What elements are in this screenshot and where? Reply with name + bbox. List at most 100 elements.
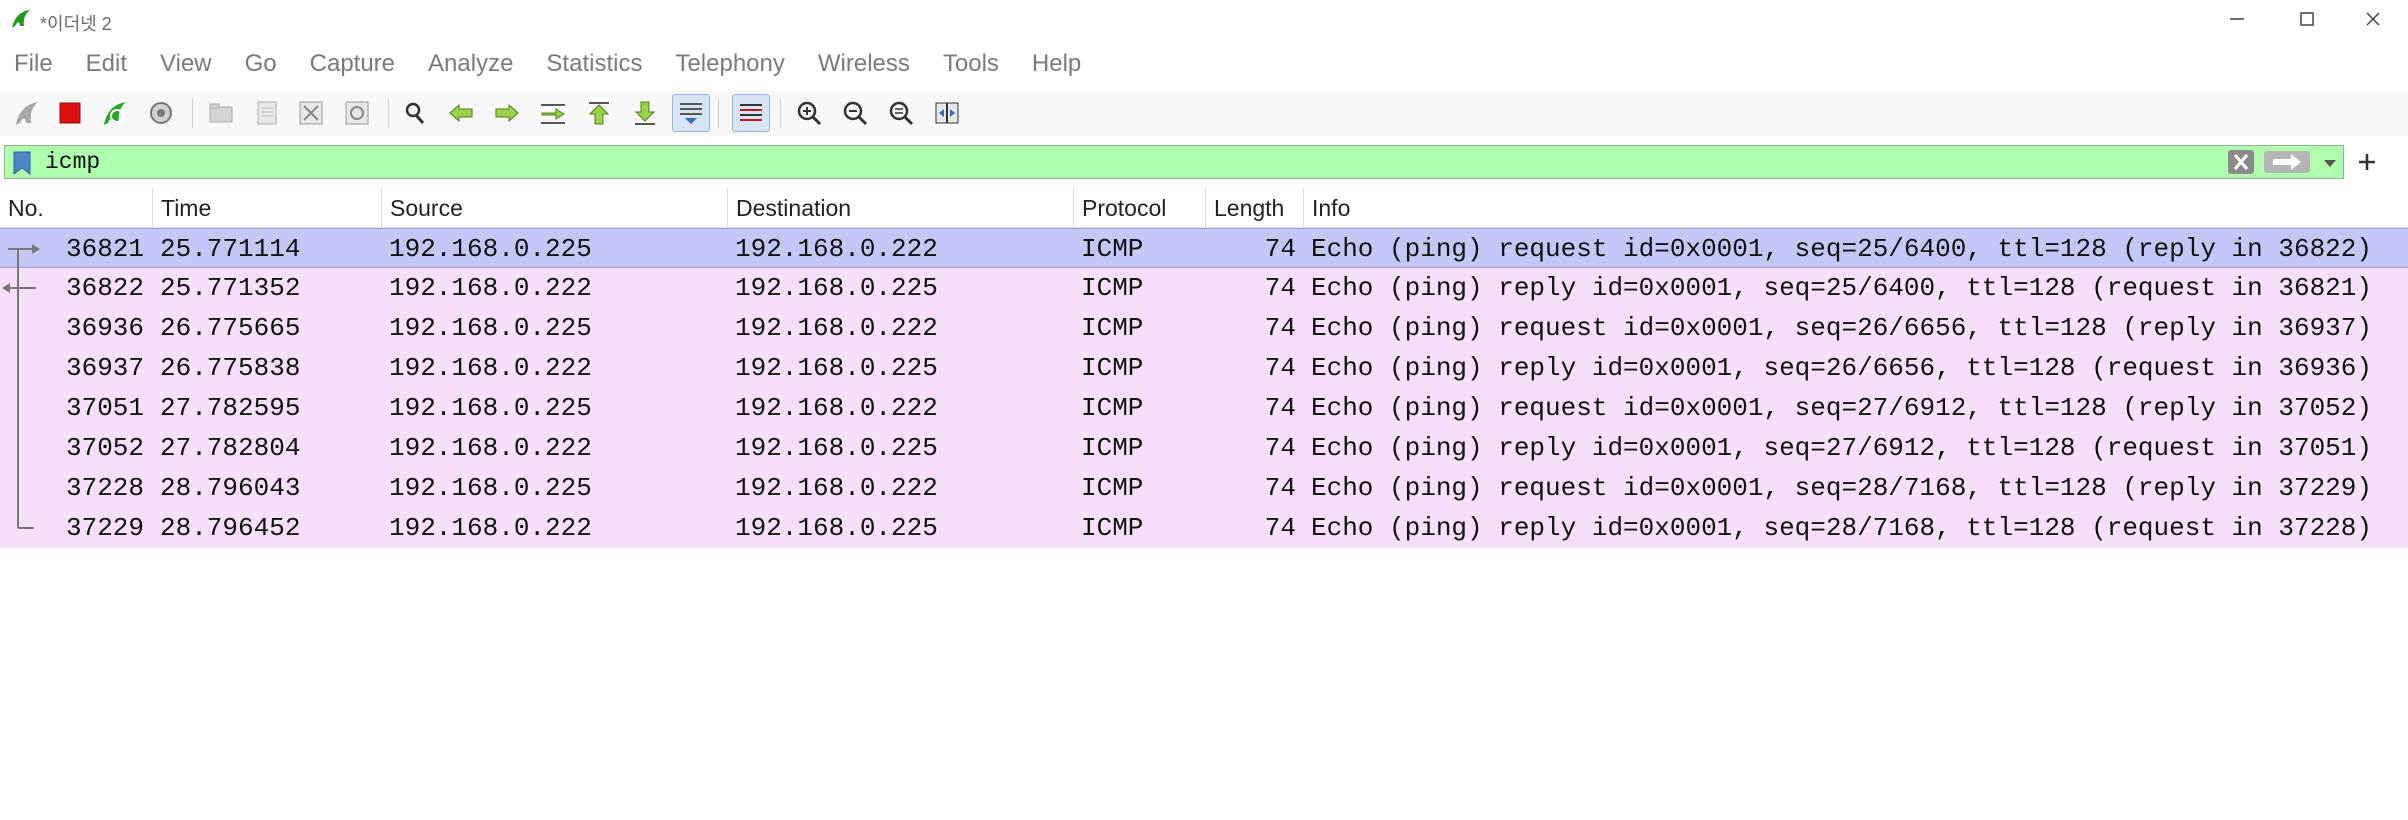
go-forward-icon xyxy=(495,103,519,123)
packet-row[interactable]: 36936 26.775665 192.168.0.225 192.168.0.… xyxy=(0,308,2408,348)
packet-info: Echo (ping) reply id=0x0001, seq=27/6912… xyxy=(1311,433,2372,463)
display-filter-input[interactable] xyxy=(45,148,2205,176)
resize-columns-button[interactable] xyxy=(928,94,966,132)
go-forward-button[interactable] xyxy=(488,94,526,132)
open-file-button[interactable] xyxy=(202,94,240,132)
autoscroll-icon xyxy=(680,103,702,124)
packet-source: 192.168.0.222 xyxy=(389,273,592,303)
wireshark-fin-icon xyxy=(12,10,30,28)
add-filter-button[interactable] xyxy=(2352,147,2382,177)
apply-filter-icon[interactable] xyxy=(2263,150,2311,174)
packet-protocol: ICMP xyxy=(1081,273,1144,303)
packet-no: 37228 xyxy=(65,473,144,503)
packet-destination: 192.168.0.225 xyxy=(735,513,938,543)
packet-length: 74 xyxy=(1264,313,1296,343)
colorize-button[interactable] xyxy=(732,94,770,132)
shark-fin-start-icon xyxy=(16,102,38,125)
menu-edit[interactable]: Edit xyxy=(86,50,127,78)
restart-capture-button[interactable] xyxy=(96,94,134,132)
menu-file[interactable]: File xyxy=(14,50,53,78)
packet-time: 26.775665 xyxy=(160,313,301,343)
packet-destination: 192.168.0.225 xyxy=(735,353,938,383)
packet-no: 36937 xyxy=(65,353,144,383)
menu-wireless[interactable]: Wireless xyxy=(818,50,910,78)
menu-view[interactable]: View xyxy=(160,50,212,78)
packet-no: 36936 xyxy=(65,313,144,343)
column-header-length[interactable]: Length xyxy=(1206,188,1304,228)
zoom-in-button[interactable] xyxy=(790,94,828,132)
packet-protocol: ICMP xyxy=(1081,353,1144,383)
open-file-icon xyxy=(209,103,233,123)
packet-row[interactable]: 37051 27.782595 192.168.0.225 192.168.0.… xyxy=(0,388,2408,428)
close-file-button[interactable] xyxy=(292,94,330,132)
column-header-protocol[interactable]: Protocol xyxy=(1074,188,1206,228)
maximize-icon xyxy=(2300,12,2314,26)
zoom-out-button[interactable] xyxy=(836,94,874,132)
packet-time: 26.775838 xyxy=(160,353,301,383)
menu-telephony[interactable]: Telephony xyxy=(675,50,784,78)
stop-capture-button[interactable] xyxy=(51,94,89,132)
packet-time: 28.796452 xyxy=(160,513,301,543)
packet-no: 36822 xyxy=(65,273,144,303)
find-packet-button[interactable] xyxy=(396,94,434,132)
colorize-icon xyxy=(740,104,762,121)
column-header-info[interactable]: Info xyxy=(1304,188,2408,228)
start-capture-button[interactable] xyxy=(8,94,46,132)
packet-info: Echo (ping) request id=0x0001, seq=28/71… xyxy=(1311,473,2372,503)
clear-filter-icon[interactable] xyxy=(2227,149,2255,175)
column-header-source[interactable]: Source xyxy=(382,188,728,228)
column-header-time[interactable]: Time xyxy=(153,188,382,228)
packet-info: Echo (ping) request id=0x0001, seq=26/66… xyxy=(1311,313,2372,343)
save-file-button[interactable] xyxy=(248,94,286,132)
packet-row[interactable]: 36821 25.771114 192.168.0.225 192.168.0.… xyxy=(0,228,2408,269)
plus-icon xyxy=(2359,154,2375,170)
menu-capture[interactable]: Capture xyxy=(310,50,395,78)
packet-row[interactable]: 37229 28.796452 192.168.0.222 192.168.0.… xyxy=(0,508,2408,548)
go-back-button[interactable] xyxy=(442,94,480,132)
window-title: *이더넷 2 xyxy=(40,14,112,34)
close-icon xyxy=(2366,12,2380,26)
menu-tools[interactable]: Tools xyxy=(943,50,999,78)
column-header-destination[interactable]: Destination xyxy=(728,188,1074,228)
save-file-icon xyxy=(257,101,277,125)
menu-analyze[interactable]: Analyze xyxy=(428,50,513,78)
packet-row[interactable]: 36822 25.771352 192.168.0.222 192.168.0.… xyxy=(0,268,2408,308)
menu-statistics[interactable]: Statistics xyxy=(546,50,642,78)
close-button[interactable] xyxy=(2338,0,2408,38)
minimize-button[interactable] xyxy=(2202,0,2272,38)
packet-info: Echo (ping) request id=0x0001, seq=25/64… xyxy=(1311,234,2372,264)
packet-destination: 192.168.0.225 xyxy=(735,273,938,303)
last-packet-button[interactable] xyxy=(626,94,664,132)
menu-help[interactable]: Help xyxy=(1032,50,1081,78)
last-packet-icon xyxy=(634,101,656,125)
packet-list: No. Time Source Destination Protocol Len… xyxy=(0,188,2408,548)
stop-capture-icon xyxy=(59,102,81,124)
packet-length: 74 xyxy=(1264,353,1296,383)
zoom-out-icon xyxy=(843,101,868,126)
packet-destination: 192.168.0.225 xyxy=(735,433,938,463)
zoom-normal-button[interactable] xyxy=(882,94,920,132)
packet-no: 36821 xyxy=(65,234,144,264)
bookmark-icon[interactable] xyxy=(13,151,31,175)
packet-row[interactable]: 37228 28.796043 192.168.0.225 192.168.0.… xyxy=(0,468,2408,508)
maximize-button[interactable] xyxy=(2272,0,2342,38)
packet-destination: 192.168.0.222 xyxy=(735,234,938,264)
column-header-no[interactable]: No. xyxy=(0,188,153,228)
menu-go[interactable]: Go xyxy=(245,50,277,78)
packet-destination: 192.168.0.222 xyxy=(735,393,938,423)
chevron-down-icon[interactable] xyxy=(2321,154,2339,172)
first-packet-button[interactable] xyxy=(580,94,618,132)
packet-row[interactable]: 36937 26.775838 192.168.0.222 192.168.0.… xyxy=(0,348,2408,388)
capture-options-button[interactable] xyxy=(142,94,180,132)
find-packet-icon xyxy=(405,102,425,124)
resize-columns-icon xyxy=(935,102,959,124)
autoscroll-button[interactable] xyxy=(672,94,710,132)
reload-file-button[interactable] xyxy=(338,94,376,132)
zoom-in-icon xyxy=(797,101,822,126)
packet-time: 27.782595 xyxy=(160,393,301,423)
go-to-packet-button[interactable] xyxy=(534,94,572,132)
packet-time: 25.771352 xyxy=(160,273,301,303)
close-file-icon xyxy=(299,101,323,125)
go-back-icon xyxy=(449,103,473,123)
packet-row[interactable]: 37052 27.782804 192.168.0.222 192.168.0.… xyxy=(0,428,2408,468)
